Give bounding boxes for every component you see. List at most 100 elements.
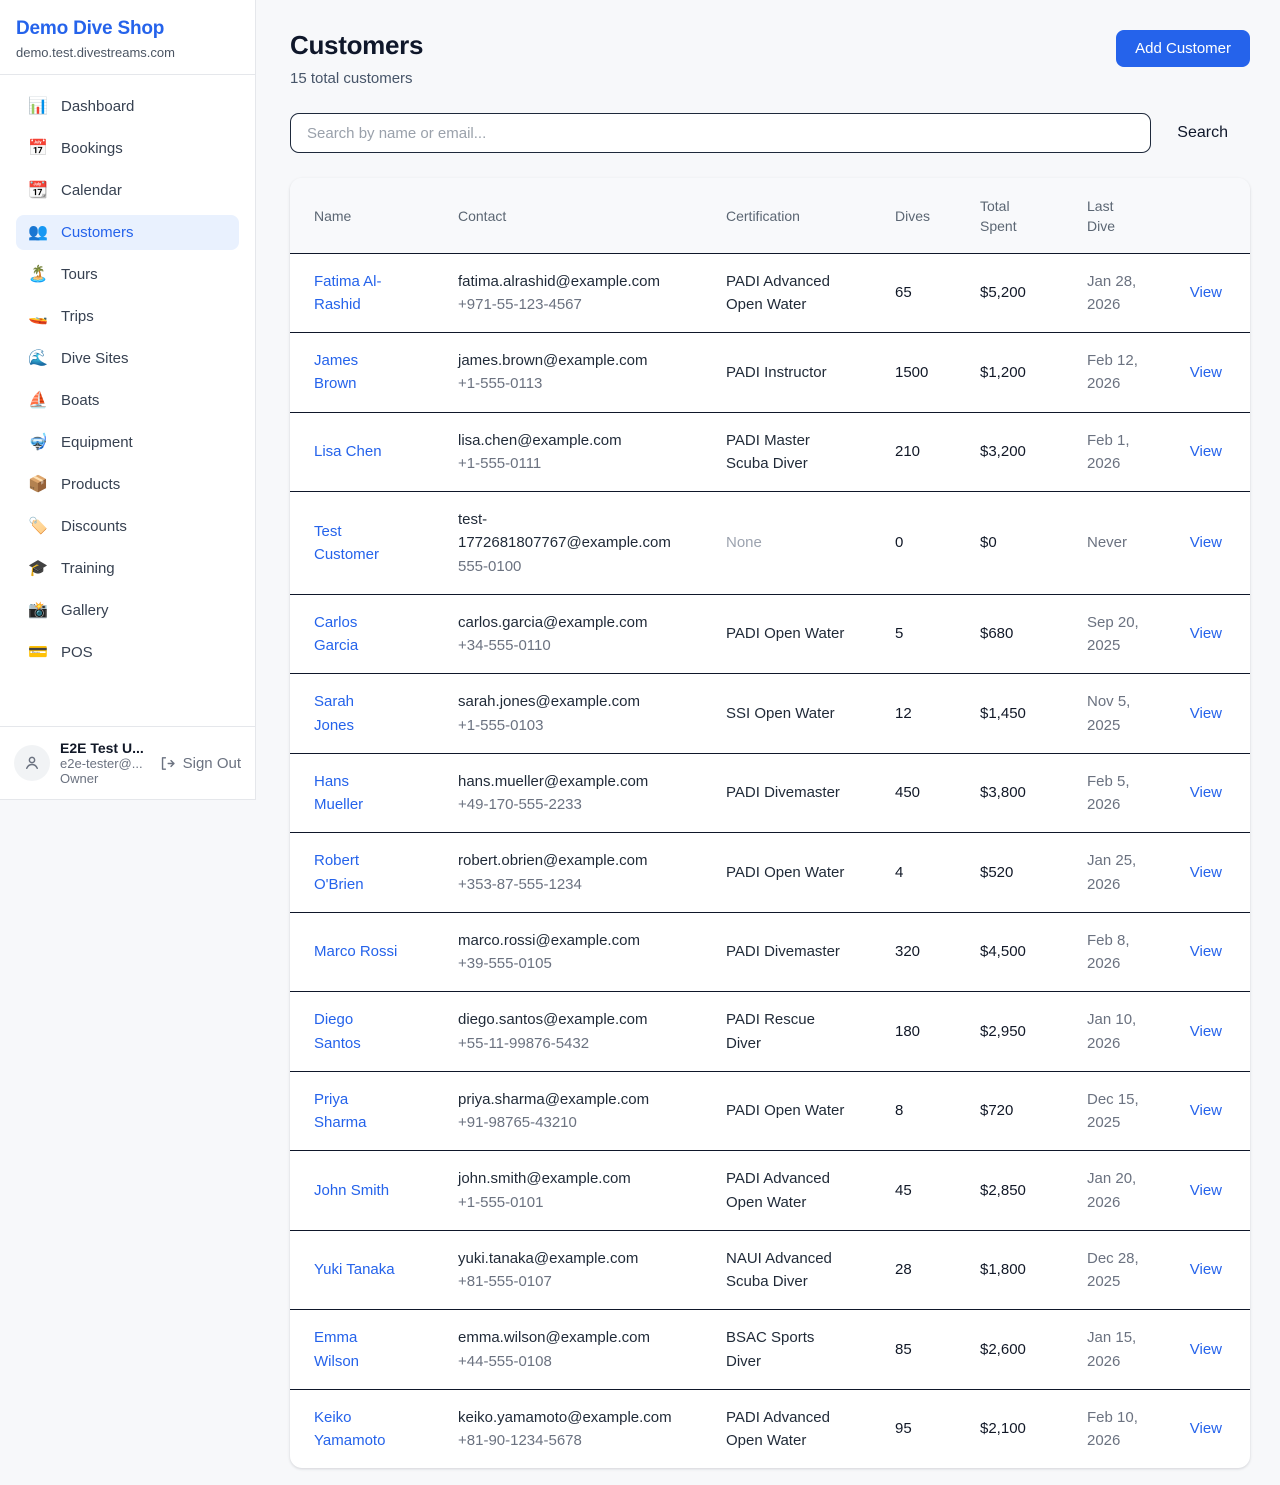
customer-phone: +81-90-1234-5678: [458, 1429, 670, 1452]
customer-name-link[interactable]: Lisa Chen: [314, 440, 382, 463]
view-customer-link[interactable]: View: [1190, 705, 1222, 722]
customer-total-spent: $2,950: [980, 1023, 1026, 1040]
sidebar-item-customers[interactable]: 👥 Customers: [16, 215, 239, 250]
customers-table-card: Name Contact Certification Dives Total S…: [290, 178, 1250, 1468]
search-input[interactable]: [290, 113, 1151, 153]
bookings-icon: 📅: [28, 141, 48, 157]
view-customer-link[interactable]: View: [1190, 1102, 1222, 1119]
customer-total-spent: $5,200: [980, 284, 1026, 301]
add-customer-button[interactable]: Add Customer: [1116, 30, 1250, 67]
sidebar-item-products[interactable]: 📦 Products: [16, 467, 239, 502]
sidebar-item-trips[interactable]: 🚤 Trips: [16, 299, 239, 334]
calendar-icon: 📆: [28, 183, 48, 199]
sidebar-item-label: POS: [61, 644, 93, 661]
table-row: James Brown james.brown@example.com +1-5…: [290, 333, 1250, 413]
sidebar-item-bookings[interactable]: 📅 Bookings: [16, 131, 239, 166]
search-button[interactable]: Search: [1151, 124, 1250, 142]
customer-last-dive: Jan 25, 2026: [1087, 852, 1136, 892]
trips-icon: 🚤: [28, 309, 48, 325]
customer-email: carlos.garcia@example.com: [458, 611, 670, 634]
customer-last-dive: Feb 8, 2026: [1087, 932, 1130, 972]
view-customer-link[interactable]: View: [1190, 1261, 1222, 1278]
page-header: Customers 15 total customers Add Custome…: [290, 30, 1250, 87]
view-customer-link[interactable]: View: [1190, 1182, 1222, 1199]
view-customer-link[interactable]: View: [1190, 284, 1222, 301]
customer-name-link[interactable]: Robert O'Brien: [314, 849, 398, 896]
view-customer-link[interactable]: View: [1190, 864, 1222, 881]
view-customer-link[interactable]: View: [1190, 943, 1222, 960]
column-header-total-spent: Total Spent: [980, 178, 1087, 253]
customer-dives: 45: [895, 1182, 912, 1199]
customer-email: robert.obrien@example.com: [458, 849, 670, 872]
column-header-certification: Certification: [726, 178, 895, 253]
table-row: Emma Wilson emma.wilson@example.com +44-…: [290, 1310, 1250, 1390]
customer-dives: 210: [895, 443, 920, 460]
customer-name-link[interactable]: Hans Mueller: [314, 770, 398, 817]
customer-name-link[interactable]: Marco Rossi: [314, 940, 397, 963]
user-name: E2E Test U...: [60, 740, 149, 756]
customer-total-spent: $0: [980, 534, 997, 551]
view-customer-link[interactable]: View: [1190, 784, 1222, 801]
customer-email: test-1772681807767@example.com: [458, 508, 670, 555]
sidebar-item-discounts[interactable]: 🏷️ Discounts: [16, 509, 239, 544]
view-customer-link[interactable]: View: [1190, 1341, 1222, 1358]
customer-name-link[interactable]: Emma Wilson: [314, 1326, 398, 1373]
customer-dives: 0: [895, 534, 903, 551]
table-row: Sarah Jones sarah.jones@example.com +1-5…: [290, 674, 1250, 754]
customer-name-link[interactable]: Priya Sharma: [314, 1088, 398, 1135]
customer-certification: None: [726, 534, 762, 551]
customer-name-link[interactable]: Keiko Yamamoto: [314, 1406, 398, 1453]
customer-name-link[interactable]: Yuki Tanaka: [314, 1258, 395, 1281]
pos-icon: 💳: [28, 645, 48, 661]
customer-last-dive: Sep 20, 2025: [1087, 614, 1139, 654]
customer-email: lisa.chen@example.com: [458, 429, 670, 452]
sidebar-item-label: Equipment: [61, 434, 133, 451]
customer-name-link[interactable]: Sarah Jones: [314, 690, 398, 737]
customer-last-dive: Jan 20, 2026: [1087, 1170, 1136, 1210]
sidebar-item-training[interactable]: 🎓 Training: [16, 551, 239, 586]
customer-name-link[interactable]: John Smith: [314, 1179, 389, 1202]
customers-table: Name Contact Certification Dives Total S…: [290, 178, 1250, 1468]
page-header-text: Customers 15 total customers: [290, 30, 423, 87]
sidebar-item-dive-sites[interactable]: 🌊 Dive Sites: [16, 341, 239, 376]
sidebar-item-equipment[interactable]: 🤿 Equipment: [16, 425, 239, 460]
view-customer-link[interactable]: View: [1190, 364, 1222, 381]
customer-name-link[interactable]: James Brown: [314, 349, 398, 396]
sidebar-item-pos[interactable]: 💳 POS: [16, 635, 239, 670]
table-header: Name Contact Certification Dives Total S…: [290, 178, 1250, 253]
customer-last-dive: Feb 12, 2026: [1087, 352, 1138, 392]
column-header-last-dive: Last Dive: [1087, 178, 1180, 253]
customer-name-link[interactable]: Test Customer: [314, 520, 398, 567]
sidebar-item-label: Dashboard: [61, 98, 134, 115]
training-icon: 🎓: [28, 561, 48, 577]
brand-name[interactable]: Demo Dive Shop: [16, 18, 239, 40]
view-customer-link[interactable]: View: [1190, 1023, 1222, 1040]
sidebar-item-label: Trips: [61, 308, 94, 325]
customer-dives: 1500: [895, 364, 928, 381]
sidebar-item-calendar[interactable]: 📆 Calendar: [16, 173, 239, 208]
sidebar-item-dashboard[interactable]: 📊 Dashboard: [16, 89, 239, 124]
customer-email: yuki.tanaka@example.com: [458, 1247, 670, 1270]
customer-phone: +91-98765-43210: [458, 1111, 670, 1134]
customer-dives: 8: [895, 1102, 903, 1119]
customer-dives: 180: [895, 1023, 920, 1040]
sidebar-item-boats[interactable]: ⛵ Boats: [16, 383, 239, 418]
customer-name-link[interactable]: Carlos Garcia: [314, 611, 398, 658]
customer-certification: PADI Advanced Open Water: [726, 1170, 830, 1210]
view-customer-link[interactable]: View: [1190, 534, 1222, 551]
view-customer-link[interactable]: View: [1190, 1420, 1222, 1437]
view-customer-link[interactable]: View: [1190, 443, 1222, 460]
user-email: e2e-tester@...: [60, 756, 149, 771]
customer-phone: +39-555-0105: [458, 952, 670, 975]
customer-dives: 12: [895, 705, 912, 722]
sidebar-item-tours[interactable]: 🏝️ Tours: [16, 257, 239, 292]
customer-last-dive: Feb 5, 2026: [1087, 773, 1130, 813]
customer-phone: +81-555-0107: [458, 1270, 670, 1293]
customer-name-link[interactable]: Fatima Al-Rashid: [314, 270, 398, 317]
customer-total-spent: $2,850: [980, 1182, 1026, 1199]
view-customer-link[interactable]: View: [1190, 625, 1222, 642]
customer-certification: PADI Master Scuba Diver: [726, 432, 810, 472]
sidebar-item-gallery[interactable]: 📸 Gallery: [16, 593, 239, 628]
customer-name-link[interactable]: Diego Santos: [314, 1008, 398, 1055]
sign-out-button[interactable]: Sign Out: [159, 755, 241, 772]
